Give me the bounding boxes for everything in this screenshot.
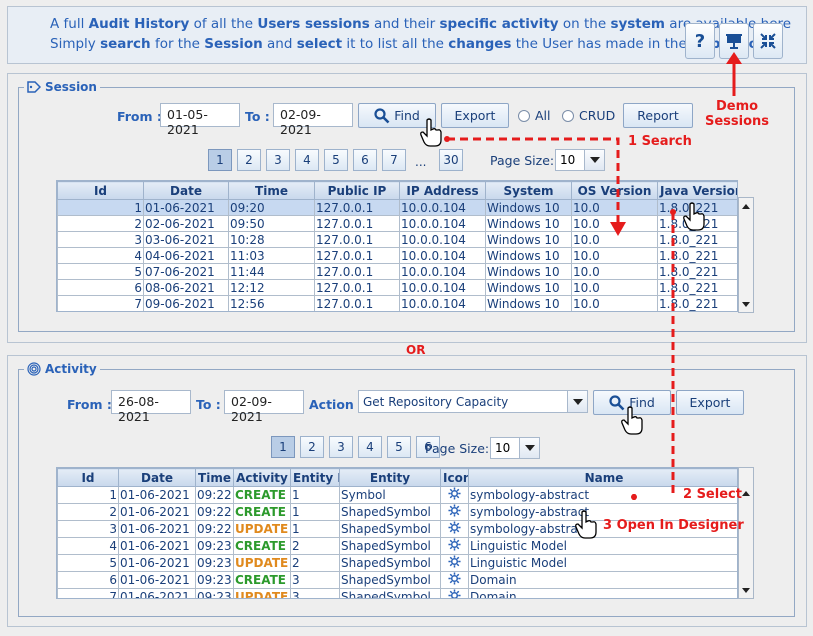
hand-cursor-icon <box>575 510 597 539</box>
step2-annotation: 2 Select <box>683 487 742 502</box>
demo-sessions-annotation: Demo Sessions <box>705 99 770 129</box>
step1-annotation: 1 Search <box>628 134 692 149</box>
hand-cursor-icon <box>420 118 442 147</box>
annotation-overlay <box>444 52 742 500</box>
hand-cursor-icon <box>683 202 705 231</box>
hand-cursor-icon <box>621 406 643 435</box>
step3-annotation: 3 Open In Designer <box>603 518 744 533</box>
